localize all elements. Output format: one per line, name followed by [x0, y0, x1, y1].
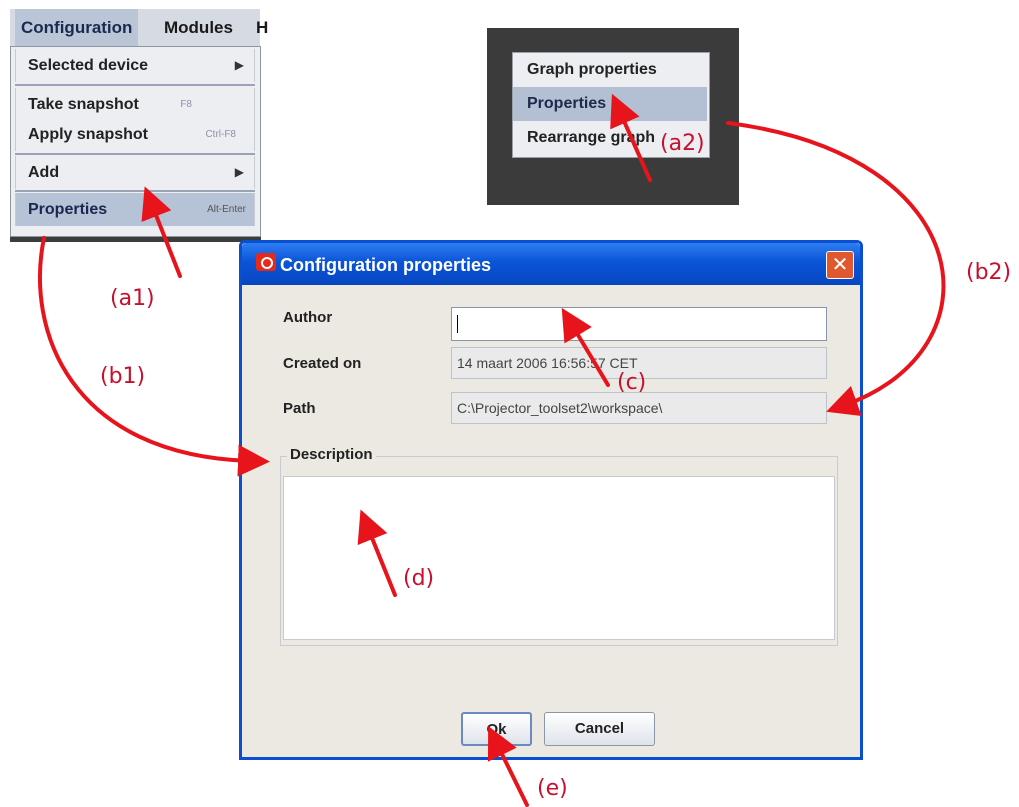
annotation-b1: (b1) — [100, 364, 146, 389]
arrow-b1 — [37, 236, 270, 477]
arrow-a1 — [141, 186, 182, 278]
annotation-c: (c) — [617, 370, 647, 395]
annotation-b2: (b2) — [966, 260, 1012, 285]
arrow-d — [357, 509, 397, 597]
annotation-d: (d) — [403, 566, 435, 591]
annotation-overlay — [37, 93, 946, 807]
arrow-e — [487, 726, 529, 807]
arrow-b2 — [726, 121, 946, 417]
annotation-e: (e) — [537, 776, 568, 801]
annotation-a2: (a2) — [660, 131, 705, 156]
arrow-c — [561, 307, 610, 387]
annotation-a1: (a1) — [110, 286, 155, 311]
arrow-a2 — [610, 93, 652, 182]
